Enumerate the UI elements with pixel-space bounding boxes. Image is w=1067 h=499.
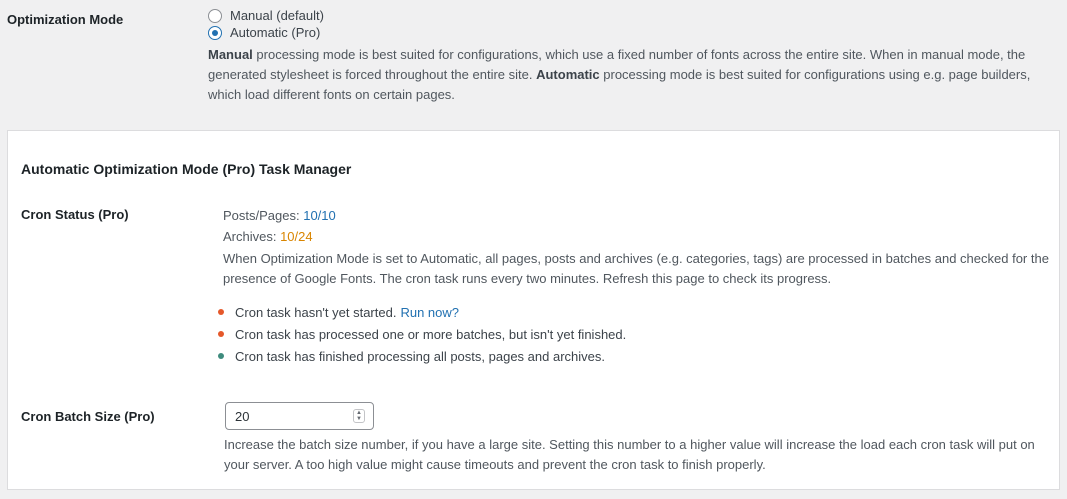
cron-batch-size-value[interactable]: 20 <box>235 409 249 424</box>
cron-status-description: When Optimization Mode is set to Automat… <box>223 251 1049 286</box>
orange-dot-icon <box>218 331 224 337</box>
radio-manual[interactable]: Manual (default) <box>208 7 324 24</box>
radio-automatic-label[interactable]: Automatic (Pro) <box>230 25 320 40</box>
task-manager-title: Automatic Optimization Mode (Pro) Task M… <box>21 161 352 177</box>
radio-manual-label[interactable]: Manual (default) <box>230 8 324 23</box>
legend-item-not-started: Cron task hasn't yet started. Run now? <box>218 301 626 323</box>
optimization-mode-radio-group: Manual (default) Automatic (Pro) <box>208 7 324 41</box>
legend-not-started-text: Cron task hasn't yet started. <box>235 304 397 320</box>
archives-value: 10/24 <box>280 229 313 244</box>
legend-item-finished: Cron task has finished processing all po… <box>218 345 626 367</box>
optimization-mode-description: Manual processing mode is best suited fo… <box>208 45 1058 105</box>
arrow-down-icon[interactable]: ▼ <box>356 416 362 422</box>
radio-automatic-circle-icon[interactable] <box>208 25 222 40</box>
desc-automatic-bold: Automatic <box>536 67 600 82</box>
optimization-mode-label: Optimization Mode <box>7 12 124 27</box>
orange-dot-icon <box>218 309 224 315</box>
cron-status-label: Cron Status (Pro) <box>21 207 129 222</box>
run-now-link[interactable]: Run now? <box>400 305 459 320</box>
archives-status: Archives: 10/24 <box>223 226 1053 247</box>
posts-pages-value: 10/10 <box>303 208 336 223</box>
archives-label: Archives: <box>223 229 281 244</box>
cron-legend: Cron task hasn't yet started. Run now? C… <box>218 301 626 367</box>
posts-pages-status: Posts/Pages: 10/10 <box>223 205 1053 226</box>
task-manager-card: Automatic Optimization Mode (Pro) Task M… <box>7 130 1060 490</box>
legend-item-in-progress: Cron task has processed one or more batc… <box>218 323 626 345</box>
spinner-arrows-icon[interactable]: ▲ ▼ <box>353 409 365 423</box>
cron-status-values: Posts/Pages: 10/10 Archives: 10/24 When … <box>223 205 1053 289</box>
legend-finished-text: Cron task has finished processing all po… <box>235 348 605 364</box>
desc-manual-bold: Manual <box>208 47 253 62</box>
cron-batch-size-description: Increase the batch size number, if you h… <box>224 437 1035 472</box>
legend-in-progress-text: Cron task has processed one or more batc… <box>235 326 627 342</box>
posts-pages-label: Posts/Pages: <box>223 208 304 223</box>
cron-batch-size-label: Cron Batch Size (Pro) <box>21 409 155 424</box>
radio-manual-circle-icon[interactable] <box>208 8 222 23</box>
teal-dot-icon <box>218 353 224 359</box>
cron-batch-size-stepper[interactable]: 20 ▲ ▼ <box>225 402 374 430</box>
optimization-mode-row: Optimization Mode Manual (default) Autom… <box>0 0 1067 118</box>
radio-automatic[interactable]: Automatic (Pro) <box>208 24 324 41</box>
